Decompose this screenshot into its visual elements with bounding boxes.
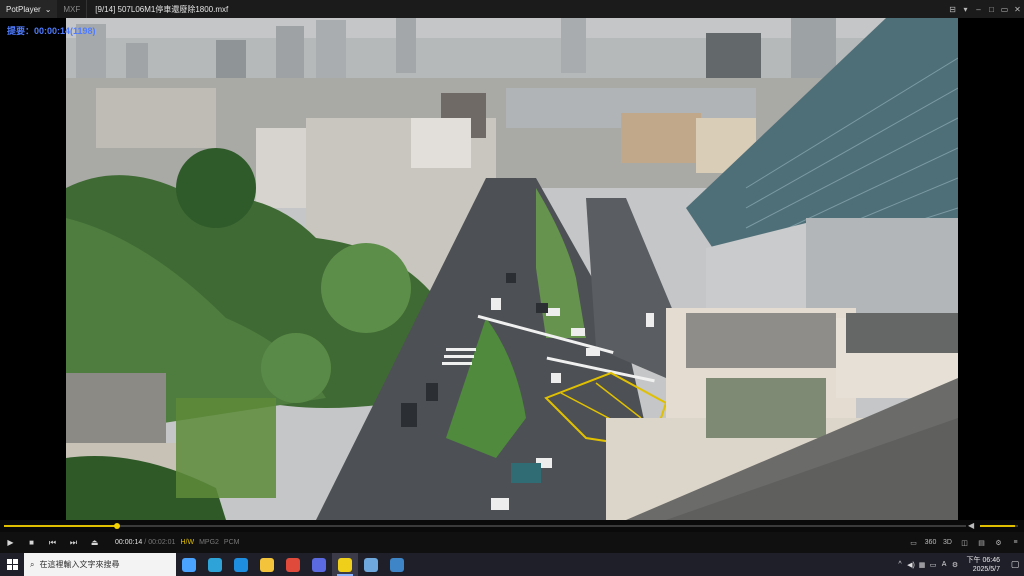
video-frame (66, 18, 958, 520)
chevron-up-icon[interactable]: ^ (895, 561, 906, 568)
taskbar: ⌕ 在這裡輸入文字來搜尋 ^ ◀) ▦ ▭ A ⚙ 下午 06:46 2025/… (0, 553, 1024, 576)
volume-slider[interactable] (980, 525, 1018, 527)
stop-icon[interactable]: ■ (21, 532, 42, 553)
chrome-icon (286, 557, 300, 572)
app-blue-icon (364, 557, 378, 572)
weather-icon (182, 557, 196, 572)
clock-date: 2025/5/7 (972, 565, 1000, 573)
volume-fill (980, 525, 1015, 527)
ime-icon[interactable]: ⚙ (950, 561, 961, 569)
taskbar-search-box[interactable]: ⌕ 在這裡輸入文字來搜尋 (24, 553, 176, 576)
network-icon[interactable]: ▦ (917, 561, 928, 569)
docs-icon (390, 557, 404, 572)
taskbar-app-potplayer[interactable] (332, 553, 358, 576)
explorer-icon (260, 557, 274, 572)
seek-track[interactable] (4, 523, 966, 529)
windows-logo-icon (6, 559, 18, 570)
notification-icon[interactable]: ▢ (1006, 553, 1024, 576)
audio-codec-badge[interactable]: PCM (224, 539, 240, 546)
minimize-icon[interactable]: – (972, 0, 985, 18)
taskbar-app-potplayer-blue[interactable] (306, 553, 332, 576)
app-menu-button[interactable]: PotPlayer ⌄ (0, 0, 58, 18)
previous-icon[interactable]: ⏮ (42, 532, 63, 553)
time-separator: / (144, 539, 147, 546)
video-image (66, 18, 958, 520)
play-icon[interactable]: ▶ (0, 532, 21, 553)
display-icon[interactable]: ▭ (928, 561, 939, 569)
osd-timestamp: 提要：00:00:14(1198) (7, 26, 96, 36)
potplayer-icon (338, 557, 352, 572)
close-icon[interactable]: ✕ (1011, 0, 1024, 18)
potplayer-blue-icon (312, 557, 326, 572)
eject-icon[interactable]: ⏏ (84, 532, 105, 553)
taskbar-app-edge[interactable] (202, 553, 228, 576)
chevron-down-icon: ⌄ (44, 4, 52, 14)
volume-icon[interactable]: ◀ (968, 521, 974, 530)
edge-icon (208, 557, 222, 572)
taskbar-app-docs[interactable] (384, 553, 410, 576)
hw-decoder-badge[interactable]: H/W (180, 539, 194, 546)
total-time: 00:02:01 (148, 539, 176, 546)
seek-progress-fill (4, 525, 117, 527)
maximize-icon[interactable]: □ (985, 0, 998, 18)
seek-handle[interactable] (113, 523, 120, 529)
window-title: [9/14] 507L06M1停車還廢除1800.mxf (95, 4, 229, 14)
seek-bar[interactable]: ◀ (0, 520, 1024, 532)
speaker-icon[interactable]: ◀) (906, 561, 917, 569)
title-bar: PotPlayer ⌄ MXF [9/14] 507L06M1停車還廢除1800… (0, 0, 1024, 18)
taskbar-app-ie[interactable] (228, 553, 254, 576)
taskbar-clock[interactable]: 下午 06:46 2025/5/7 (967, 556, 1000, 574)
control-bar: ▶ ■ ⏮ ⏭ ⏏ 00:00:14 / 00:02:01 H/W MPG2 P… (0, 532, 1024, 553)
fullscreen-icon[interactable]: ▭ (998, 0, 1011, 18)
format-tab[interactable]: MXF (57, 0, 88, 18)
ie-icon (234, 557, 248, 572)
search-icon: ⌕ (30, 559, 35, 569)
current-time: 00:00:14 (115, 539, 143, 546)
language-icon[interactable]: A (939, 561, 950, 568)
playlist-icon[interactable]: ▤ (973, 532, 990, 553)
video-codec-badge[interactable]: MPG2 (199, 539, 219, 546)
search-placeholder: 在這裡輸入文字來搜尋 (39, 560, 120, 569)
taskbar-app-chrome[interactable] (280, 553, 306, 576)
menu-icon[interactable]: ≡ (1007, 532, 1024, 553)
app-name: PotPlayer (6, 4, 41, 14)
taskbar-app-explorer[interactable] (254, 553, 280, 576)
video-stage[interactable]: 提要：00:00:14(1198) (0, 18, 1024, 520)
pin-icon[interactable]: ⊟ (946, 0, 959, 18)
minimize-mini-icon[interactable]: ▾ (959, 0, 972, 18)
clock-time: 下午 06:46 (966, 556, 1000, 564)
screen-icon[interactable]: ▭ (905, 532, 922, 553)
capture-icon[interactable]: ◫ (956, 532, 973, 553)
vr-360-icon[interactable]: 360 (922, 532, 939, 553)
3d-icon[interactable]: 3D (939, 532, 956, 553)
taskbar-app-app-blue[interactable] (358, 553, 384, 576)
next-icon[interactable]: ⏭ (63, 532, 84, 553)
system-tray: ^ ◀) ▦ ▭ A ⚙ 下午 06:46 2025/5/7 ▢ (895, 553, 1024, 576)
gear-icon[interactable]: ⚙ (990, 532, 1007, 553)
windows-start-button[interactable] (0, 553, 24, 576)
taskbar-app-weather[interactable] (176, 553, 202, 576)
